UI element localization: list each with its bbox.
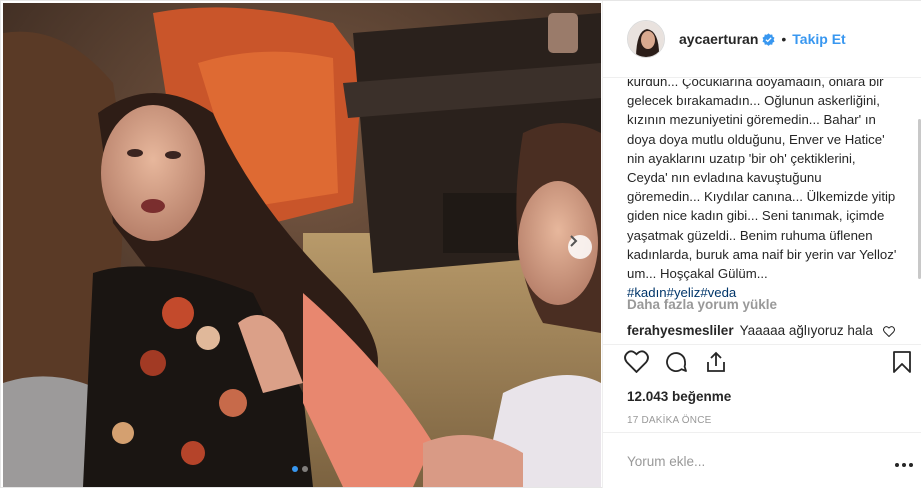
comment-icon (664, 350, 688, 379)
comment-username[interactable]: ferahyesmesliler (627, 323, 734, 338)
carousel-dot-1 (292, 466, 298, 472)
post-timestamp[interactable]: 17 DAKİKA ÖNCE (627, 415, 712, 426)
carousel-dot-2 (302, 466, 308, 472)
separator-dot: • (781, 31, 787, 47)
comment-item: ferahyesmesliler Yaaaaa ağlıyoruz hala (627, 323, 907, 338)
verified-badge-icon (762, 32, 775, 46)
like-button[interactable] (623, 350, 649, 378)
photo-illustration (3, 3, 601, 487)
caption-text: kurdun... Çocuklarına doyamadın, onlara … (627, 79, 897, 282)
heart-icon (623, 350, 649, 378)
likes-count[interactable]: 12.043 beğenme (627, 389, 731, 404)
comments-area[interactable]: kurdun... Çocuklarına doyamadın, onlara … (603, 79, 921, 349)
heart-small-icon[interactable] (883, 325, 895, 340)
post-photo[interactable] (3, 3, 601, 487)
post-caption: kurdun... Çocuklarına doyamadın, onlara … (627, 79, 897, 302)
instagram-post: aycaerturan • Takip Et kurdun... Çocukla… (0, 0, 921, 488)
add-comment-bar (603, 432, 921, 488)
carousel-indicator (292, 466, 308, 472)
post-side-panel: aycaerturan • Takip Et kurdun... Çocukla… (602, 1, 921, 488)
comment-button[interactable] (663, 351, 689, 377)
avatar[interactable] (627, 20, 665, 58)
share-icon (704, 350, 728, 379)
action-icons (623, 350, 729, 378)
comment-input[interactable] (627, 451, 857, 471)
save-button[interactable] (889, 350, 915, 379)
username-link[interactable]: aycaerturan (679, 31, 758, 47)
follow-button[interactable]: Takip Et (792, 31, 845, 47)
bookmark-icon (892, 350, 912, 379)
post-header: aycaerturan • Takip Et (603, 1, 921, 78)
load-more-comments-button[interactable]: Daha fazla yorum yükle (627, 297, 777, 312)
carousel-next-button[interactable] (568, 235, 592, 259)
share-button[interactable] (703, 351, 729, 377)
more-options-icon[interactable] (894, 455, 914, 473)
comment-text: Yaaaaa ağlıyoruz hala (739, 323, 873, 338)
